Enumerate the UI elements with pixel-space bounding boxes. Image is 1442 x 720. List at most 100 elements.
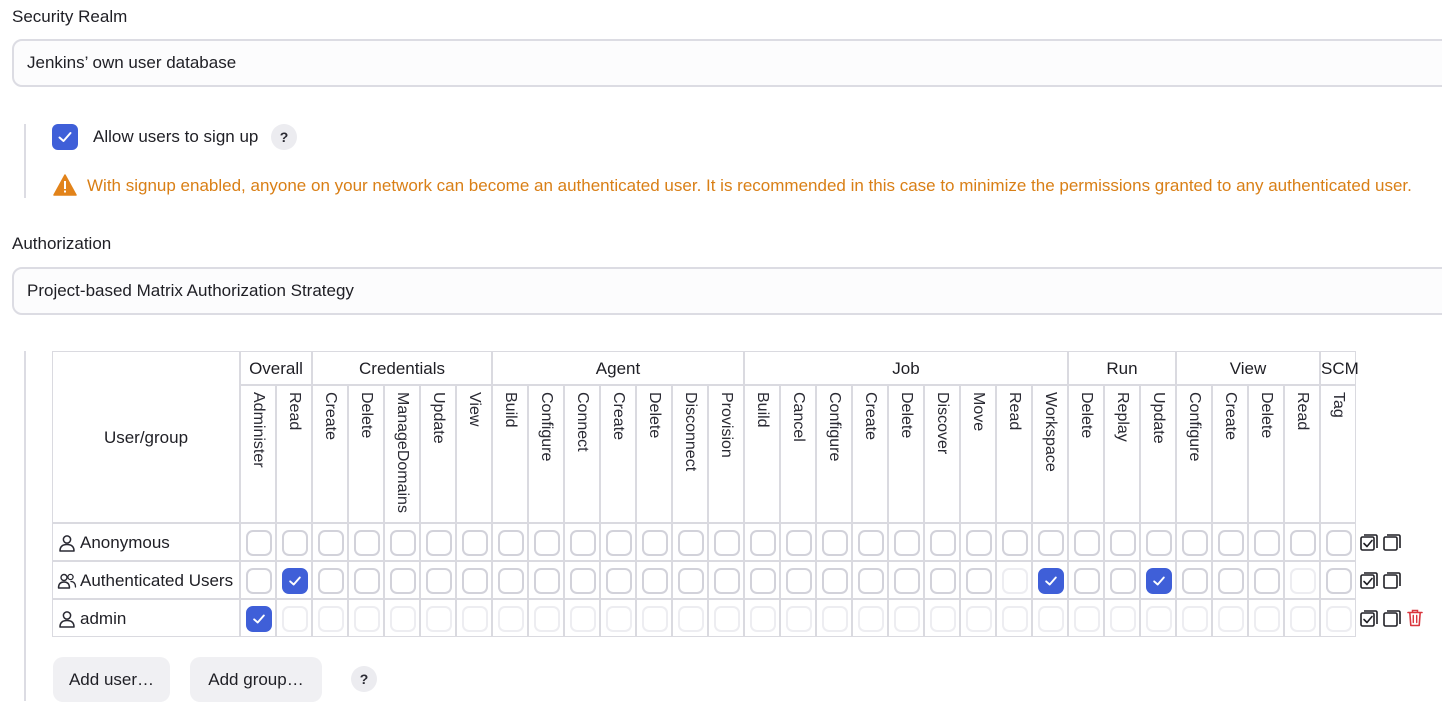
permission-checkbox[interactable] [282, 606, 308, 632]
permission-checkbox[interactable] [1326, 606, 1352, 632]
permission-checkbox[interactable] [642, 568, 668, 594]
permission-checkbox[interactable] [606, 568, 632, 594]
permission-checkbox[interactable] [390, 568, 416, 594]
permission-checkbox[interactable] [966, 568, 992, 594]
permission-checkbox[interactable] [930, 568, 956, 594]
permission-checkbox[interactable] [1146, 568, 1172, 594]
permission-checkbox[interactable] [282, 530, 308, 556]
permission-checkbox[interactable] [1146, 530, 1172, 556]
permission-checkbox[interactable] [930, 530, 956, 556]
permission-checkbox[interactable] [642, 530, 668, 556]
permission-checkbox[interactable] [1326, 530, 1352, 556]
permission-checkbox[interactable] [1290, 606, 1316, 632]
permission-checkbox[interactable] [858, 530, 884, 556]
permission-checkbox[interactable] [714, 530, 740, 556]
permission-checkbox[interactable] [462, 606, 488, 632]
permission-checkbox[interactable] [894, 530, 920, 556]
permission-checkbox[interactable] [786, 606, 812, 632]
permission-checkbox[interactable] [462, 530, 488, 556]
permission-checkbox[interactable] [426, 606, 452, 632]
permission-checkbox[interactable] [1146, 606, 1172, 632]
permission-checkbox[interactable] [750, 530, 776, 556]
permission-checkbox[interactable] [390, 606, 416, 632]
allow-signup-help-button[interactable]: ? [271, 124, 297, 150]
permission-checkbox[interactable] [534, 568, 560, 594]
permission-checkbox[interactable] [1110, 530, 1136, 556]
permission-checkbox[interactable] [822, 606, 848, 632]
permission-checkbox[interactable] [1002, 606, 1028, 632]
permission-checkbox[interactable] [1290, 530, 1316, 556]
permission-checkbox[interactable] [570, 606, 596, 632]
permission-checkbox[interactable] [246, 530, 272, 556]
authorization-select[interactable]: Project-based Matrix Authorization Strat… [12, 267, 1442, 315]
select-all-icon[interactable] [1359, 570, 1379, 590]
permission-checkbox[interactable] [894, 568, 920, 594]
permission-checkbox[interactable] [1110, 606, 1136, 632]
unselect-all-icon[interactable] [1382, 570, 1402, 590]
permission-checkbox[interactable] [534, 530, 560, 556]
permission-checkbox[interactable] [282, 568, 308, 594]
permission-checkbox[interactable] [822, 568, 848, 594]
permission-checkbox[interactable] [426, 530, 452, 556]
permission-checkbox[interactable] [354, 530, 380, 556]
permission-checkbox[interactable] [1002, 568, 1028, 594]
add-user-button[interactable]: Add user… [53, 657, 170, 702]
permission-checkbox[interactable] [858, 568, 884, 594]
permission-checkbox[interactable] [498, 530, 524, 556]
permission-checkbox[interactable] [390, 530, 416, 556]
permission-checkbox[interactable] [786, 530, 812, 556]
security-realm-select[interactable]: Jenkins’ own user database [12, 39, 1442, 87]
permission-checkbox[interactable] [1326, 568, 1352, 594]
permission-checkbox[interactable] [1110, 568, 1136, 594]
permission-checkbox[interactable] [246, 568, 272, 594]
permission-checkbox[interactable] [1182, 530, 1208, 556]
permission-checkbox[interactable] [678, 530, 704, 556]
delete-icon[interactable] [1406, 608, 1424, 628]
permission-checkbox[interactable] [1218, 530, 1244, 556]
permission-checkbox[interactable] [246, 606, 272, 632]
permission-checkbox[interactable] [318, 530, 344, 556]
permission-checkbox[interactable] [570, 568, 596, 594]
permission-checkbox[interactable] [606, 606, 632, 632]
permission-checkbox[interactable] [1038, 606, 1064, 632]
select-all-icon[interactable] [1359, 532, 1379, 552]
permission-checkbox[interactable] [462, 568, 488, 594]
unselect-all-icon[interactable] [1382, 532, 1402, 552]
permission-checkbox[interactable] [678, 606, 704, 632]
permission-checkbox[interactable] [678, 568, 704, 594]
permission-checkbox[interactable] [1254, 568, 1280, 594]
select-all-icon[interactable] [1359, 608, 1379, 628]
permission-checkbox[interactable] [786, 568, 812, 594]
permission-checkbox[interactable] [714, 606, 740, 632]
permission-checkbox[interactable] [606, 530, 632, 556]
permission-checkbox[interactable] [1218, 568, 1244, 594]
permission-checkbox[interactable] [354, 568, 380, 594]
permission-checkbox[interactable] [1218, 606, 1244, 632]
permission-checkbox[interactable] [750, 568, 776, 594]
permission-checkbox[interactable] [1182, 568, 1208, 594]
permission-checkbox[interactable] [966, 606, 992, 632]
matrix-help-button[interactable]: ? [351, 666, 377, 692]
permission-checkbox[interactable] [822, 530, 848, 556]
permission-checkbox[interactable] [1002, 530, 1028, 556]
permission-checkbox[interactable] [498, 606, 524, 632]
permission-checkbox[interactable] [966, 530, 992, 556]
add-group-button[interactable]: Add group… [190, 657, 322, 702]
permission-checkbox[interactable] [714, 568, 740, 594]
permission-checkbox[interactable] [1182, 606, 1208, 632]
permission-checkbox[interactable] [1038, 530, 1064, 556]
permission-checkbox[interactable] [1074, 606, 1100, 632]
permission-checkbox[interactable] [750, 606, 776, 632]
permission-checkbox[interactable] [858, 606, 884, 632]
permission-checkbox[interactable] [642, 606, 668, 632]
unselect-all-icon[interactable] [1382, 608, 1402, 628]
permission-checkbox[interactable] [570, 530, 596, 556]
permission-checkbox[interactable] [318, 568, 344, 594]
permission-checkbox[interactable] [1074, 568, 1100, 594]
allow-signup-checkbox[interactable] [52, 124, 78, 150]
permission-checkbox[interactable] [534, 606, 560, 632]
permission-checkbox[interactable] [354, 606, 380, 632]
permission-checkbox[interactable] [1254, 530, 1280, 556]
permission-checkbox[interactable] [318, 606, 344, 632]
permission-checkbox[interactable] [1074, 530, 1100, 556]
